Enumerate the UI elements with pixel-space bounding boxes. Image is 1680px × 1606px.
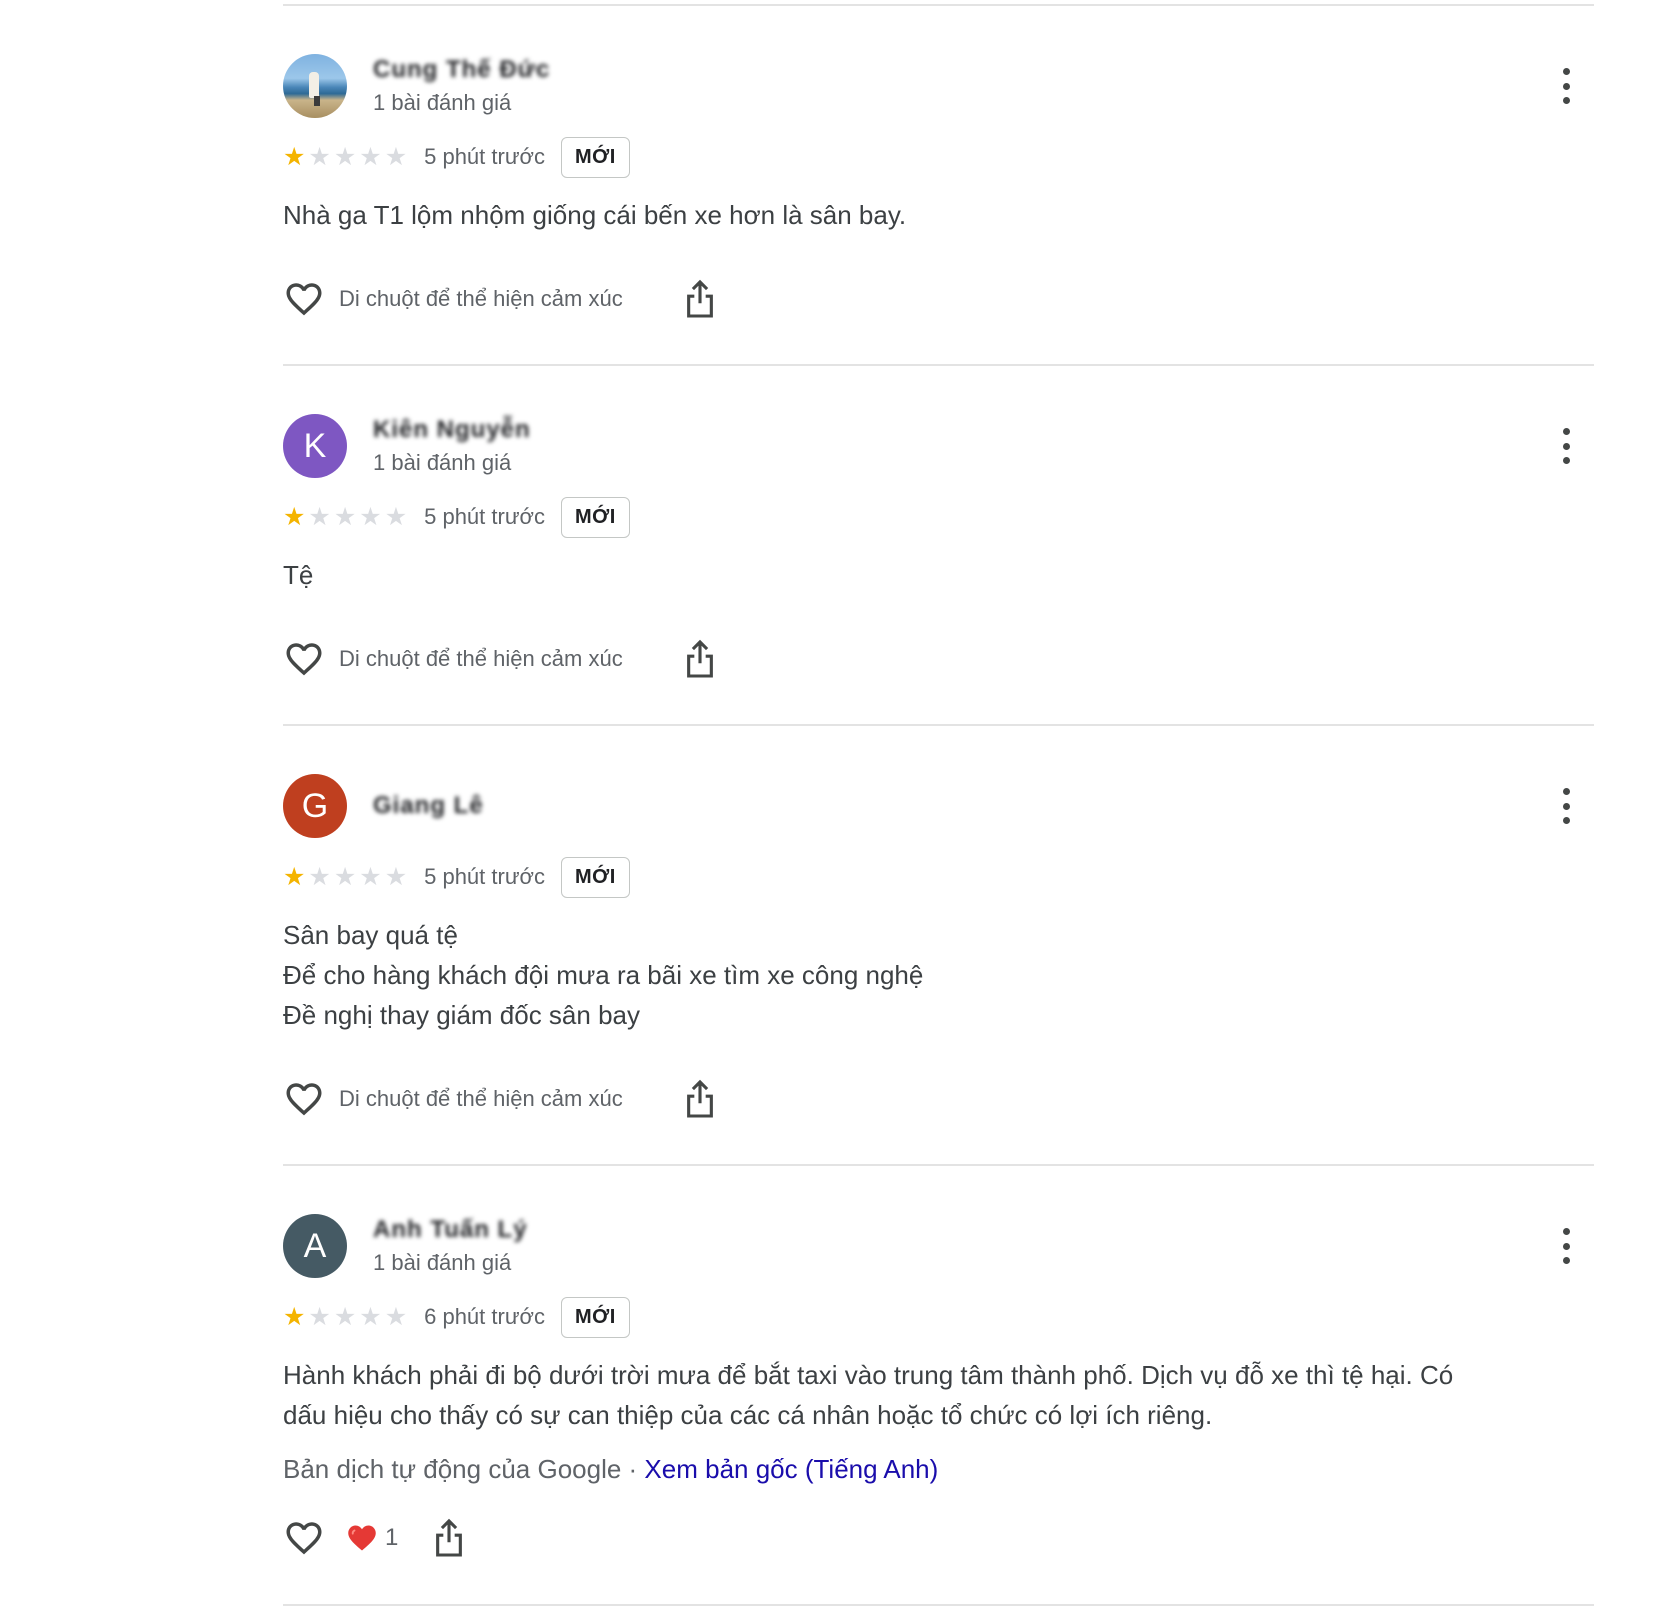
star-rating: ★ ★ ★ ★ ★ xyxy=(283,142,408,171)
new-badge: MỚI xyxy=(560,856,630,898)
avatar-photo-figure xyxy=(309,72,319,98)
share-icon[interactable] xyxy=(683,1079,717,1119)
review-divider xyxy=(283,4,1594,6)
star-icon: ★ xyxy=(308,142,331,171)
review-divider xyxy=(283,364,1594,366)
review-text: Hành khách phải đi bộ dưới trời mưa để b… xyxy=(283,1355,1583,1435)
review-text-line: Hành khách phải đi bộ dưới trời mưa để b… xyxy=(283,1360,1454,1390)
review-text-line: dấu hiệu cho thấy có sự can thiệp của cá… xyxy=(283,1400,1213,1430)
review-time: 5 phút trước xyxy=(424,504,545,529)
star-rating: ★ ★ ★ ★ ★ xyxy=(283,1302,408,1331)
review-text-line: Đề nghị thay giám đốc sân bay xyxy=(283,1000,640,1030)
reviewer-review-count[interactable]: 1 bài đánh giá xyxy=(373,450,511,476)
star-icon: ★ xyxy=(333,1302,357,1331)
review-card: K Kiên Nguyễn 1 bài đánh giá ★ ★ ★ ★ ★ 5… xyxy=(283,414,1594,714)
red-heart-icon xyxy=(348,1525,376,1551)
star-icon: ★ xyxy=(283,142,306,171)
heart-icon[interactable] xyxy=(283,638,325,680)
star-icon: ★ xyxy=(359,862,382,891)
more-options-icon[interactable] xyxy=(1558,1228,1574,1264)
star-icon: ★ xyxy=(308,502,331,531)
review-divider xyxy=(283,1164,1594,1166)
avatar-photo-figure xyxy=(314,96,320,106)
translation-separator: · xyxy=(621,1454,645,1484)
review-actions: Di chuột để thể hiện cảm xúc xyxy=(283,1077,717,1121)
star-icon: ★ xyxy=(359,1302,382,1331)
new-badge: MỚI xyxy=(560,136,630,178)
reviewer-name[interactable]: Kiên Nguyễn xyxy=(373,416,531,444)
avatar-letter: G xyxy=(301,786,329,825)
avatar[interactable] xyxy=(283,54,347,118)
star-icon: ★ xyxy=(384,502,408,531)
star-icon: ★ xyxy=(308,1302,331,1331)
reaction-hint: Di chuột để thể hiện cảm xúc xyxy=(339,646,623,671)
reaction-count[interactable]: 1 xyxy=(347,1524,398,1552)
review-text-line: Nhà ga T1 lộm nhộm giống cái bến xe hơn … xyxy=(283,200,907,230)
translation-notice: Bản dịch tự động của Google · Xem bản gố… xyxy=(283,1454,938,1485)
review-text: Nhà ga T1 lộm nhộm giống cái bến xe hơn … xyxy=(283,195,1583,235)
review-text-line: Tệ xyxy=(283,560,314,590)
new-badge: MỚI xyxy=(560,1296,630,1338)
share-icon[interactable] xyxy=(683,639,717,679)
review-text-line: Sân bay quá tệ xyxy=(283,920,458,950)
star-icon: ★ xyxy=(359,142,382,171)
review-time: 6 phút trước xyxy=(424,1304,545,1329)
view-original-link[interactable]: Xem bản gốc (Tiếng Anh) xyxy=(644,1454,938,1484)
more-options-icon[interactable] xyxy=(1558,428,1574,464)
rating-row: ★ ★ ★ ★ ★ 5 phút trước MỚI xyxy=(283,495,630,539)
star-icon: ★ xyxy=(283,862,306,891)
star-icon: ★ xyxy=(283,1302,306,1331)
reviewer-name[interactable]: Anh Tuấn Lý xyxy=(373,1216,528,1244)
rating-row: ★ ★ ★ ★ ★ 6 phút trước MỚI xyxy=(283,1295,630,1339)
avatar[interactable]: K xyxy=(283,414,347,478)
star-icon: ★ xyxy=(333,142,357,171)
heart-icon[interactable] xyxy=(283,1517,325,1559)
reviewer-review-count[interactable]: 1 bài đánh giá xyxy=(373,90,511,116)
review-divider xyxy=(283,724,1594,726)
avatar[interactable]: A xyxy=(283,1214,347,1278)
reviewer-name[interactable]: Giang Lê xyxy=(373,792,484,820)
review-card: G Giang Lê ★ ★ ★ ★ ★ 5 phút trước MỚI Sâ… xyxy=(283,774,1594,1154)
reaction-hint: Di chuột để thể hiện cảm xúc xyxy=(339,286,623,311)
heart-icon[interactable] xyxy=(283,1078,325,1120)
review-text-line: Để cho hàng khách đội mưa ra bãi xe tìm … xyxy=(283,960,924,990)
star-icon: ★ xyxy=(384,1302,408,1331)
star-icon: ★ xyxy=(384,142,408,171)
review-actions: 1 xyxy=(283,1516,466,1560)
reviewer-name[interactable]: Cung Thế Đức xyxy=(373,56,550,84)
new-badge: MỚI xyxy=(560,496,630,538)
review-text: Tệ xyxy=(283,555,1583,595)
more-options-icon[interactable] xyxy=(1558,68,1574,104)
avatar-letter: A xyxy=(303,1226,327,1265)
review-card: Cung Thế Đức 1 bài đánh giá ★ ★ ★ ★ ★ 5 … xyxy=(283,54,1594,354)
share-icon[interactable] xyxy=(683,279,717,319)
star-icon: ★ xyxy=(308,862,331,891)
share-icon[interactable] xyxy=(432,1518,466,1558)
heart-icon[interactable] xyxy=(283,278,325,320)
rating-row: ★ ★ ★ ★ ★ 5 phút trước MỚI xyxy=(283,135,630,179)
translation-label: Bản dịch tự động của Google xyxy=(283,1454,622,1484)
reaction-number: 1 xyxy=(385,1524,399,1551)
review-actions: Di chuột để thể hiện cảm xúc xyxy=(283,637,717,681)
review-actions: Di chuột để thể hiện cảm xúc xyxy=(283,277,717,321)
review-time: 5 phút trước xyxy=(424,864,545,889)
star-rating: ★ ★ ★ ★ ★ xyxy=(283,502,408,531)
star-icon: ★ xyxy=(359,502,382,531)
review-card: A Anh Tuấn Lý 1 bài đánh giá ★ ★ ★ ★ ★ 6… xyxy=(283,1214,1594,1594)
more-options-icon[interactable] xyxy=(1558,788,1574,824)
star-icon: ★ xyxy=(384,862,408,891)
avatar[interactable]: G xyxy=(283,774,347,838)
star-icon: ★ xyxy=(333,862,357,891)
star-icon: ★ xyxy=(333,502,357,531)
reviewer-review-count[interactable]: 1 bài đánh giá xyxy=(373,1250,511,1276)
star-icon: ★ xyxy=(283,502,306,531)
review-text: Sân bay quá tệ Để cho hàng khách đội mưa… xyxy=(283,915,1583,1035)
rating-row: ★ ★ ★ ★ ★ 5 phút trước MỚI xyxy=(283,855,630,899)
star-rating: ★ ★ ★ ★ ★ xyxy=(283,862,408,891)
reaction-hint: Di chuột để thể hiện cảm xúc xyxy=(339,1086,623,1111)
review-time: 5 phút trước xyxy=(424,144,545,169)
avatar-letter: K xyxy=(303,426,327,465)
